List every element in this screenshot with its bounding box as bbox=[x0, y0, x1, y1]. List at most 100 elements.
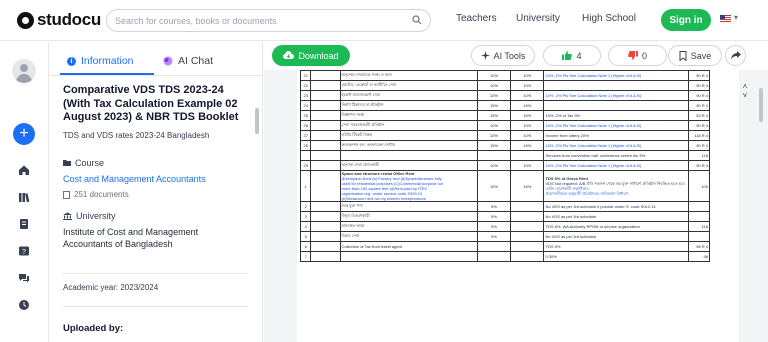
table-cell: 98 R 4 bbox=[688, 241, 710, 252]
thumbs-down-icon bbox=[628, 51, 638, 60]
table-cell bbox=[310, 150, 341, 161]
avatar[interactable] bbox=[12, 59, 36, 83]
course-docs-label: 251 documents bbox=[74, 190, 129, 199]
search-box[interactable] bbox=[106, 9, 431, 32]
course-link[interactable]: Cost and Management Accountants bbox=[63, 173, 243, 185]
table-cell bbox=[476, 251, 512, 262]
row-line: প্রয়োজনীয়তা অনুযায়ী প্রতিষ্ঠানের মালি… bbox=[545, 191, 629, 196]
clock-icon[interactable] bbox=[18, 299, 30, 311]
download-button[interactable]: Download bbox=[272, 45, 350, 66]
table-cell bbox=[476, 241, 512, 252]
sign-in-button[interactable]: Sign in bbox=[661, 9, 711, 31]
table-cell bbox=[688, 231, 710, 242]
table-cell: Collection of Tax from travel agent bbox=[339, 241, 478, 252]
table-cell: Space and structure rental Office Rent (… bbox=[339, 170, 478, 202]
document-page: 21 অনুচ্ছেদ-নামবাচক সংস্থা ও অন্য 10% 10% 10… bbox=[297, 70, 739, 342]
table-row: 25 বিজ্ঞাপন সংস্থা 15% 15% 10%, 2% of Tax 3%… bbox=[299, 110, 710, 121]
table-cell: বিক্রয় সেবা bbox=[339, 231, 478, 242]
save-button[interactable]: Save bbox=[668, 45, 722, 66]
chat-icon[interactable] bbox=[18, 272, 30, 284]
table-cell: 21 bbox=[299, 70, 312, 81]
ai-tools-button[interactable]: AI Tools bbox=[471, 45, 535, 66]
table-cell bbox=[510, 251, 545, 262]
quiz-icon[interactable]: ? bbox=[18, 245, 30, 257]
table-cell: 90 R 4 bbox=[688, 100, 710, 111]
table-cell: 10%, 2% Pls See Calculation Note 1 (High… bbox=[543, 90, 690, 101]
table-cell: 27 bbox=[299, 130, 312, 141]
table-cell: 90 R 4 bbox=[688, 80, 710, 91]
brand-logo[interactable]: studocu bbox=[17, 10, 101, 30]
table-cell: 90 R 4 bbox=[688, 160, 710, 171]
table-cell bbox=[310, 231, 341, 242]
tab-ai-chat[interactable]: AI Chat bbox=[163, 53, 213, 69]
search-input[interactable] bbox=[115, 15, 412, 26]
table-row: 4 যানবাহন ভাড়া 5% TDS 6%, WA Authority RPO… bbox=[299, 221, 710, 232]
table-cell bbox=[310, 120, 341, 131]
table-row: 7 0.30% 98 bbox=[299, 251, 710, 262]
dislike-button[interactable]: 0 bbox=[608, 45, 667, 66]
university-label: University bbox=[76, 211, 116, 221]
top-bar: studocu Teachers University High School … bbox=[0, 0, 768, 41]
add-button[interactable]: + bbox=[13, 123, 35, 145]
table-cell bbox=[339, 150, 478, 161]
chevron-down-icon[interactable]: ˅ bbox=[738, 91, 752, 100]
table-cell: কনভেনশন হল, কনফারেন্স সেন্টার bbox=[339, 140, 478, 151]
library-icon[interactable] bbox=[18, 191, 30, 203]
table-cell: 15% bbox=[510, 170, 545, 202]
like-button[interactable]: 4 bbox=[543, 45, 601, 66]
table-cell: 10% bbox=[476, 80, 512, 91]
ai-chat-icon bbox=[163, 56, 173, 66]
page-navigation[interactable]: ˄ ˅ bbox=[738, 82, 752, 100]
chevron-up-icon[interactable]: ˄ bbox=[738, 82, 752, 91]
folder-icon bbox=[63, 160, 71, 166]
chevron-down-icon[interactable]: ▾ bbox=[734, 13, 738, 22]
search-icon[interactable] bbox=[412, 12, 422, 30]
table-cell: Income from lottery 20% bbox=[543, 130, 690, 141]
share-button[interactable] bbox=[725, 45, 746, 66]
info-panel: i Information AI Chat Comparative VDS TD… bbox=[50, 42, 263, 342]
table-cell bbox=[543, 80, 690, 91]
academic-year: Academic year: 2023/2024 bbox=[63, 283, 159, 292]
nav-high-school[interactable]: High School bbox=[582, 13, 636, 24]
home-icon[interactable] bbox=[18, 164, 30, 176]
notes-icon[interactable] bbox=[18, 218, 30, 230]
table-cell: 10% bbox=[510, 70, 545, 81]
table-cell bbox=[310, 140, 341, 151]
table-cell: অন্যান্য সেবা প্রদানকারী bbox=[339, 160, 478, 171]
tab-information[interactable]: i Information bbox=[67, 53, 134, 69]
ai-tools-label: AI Tools bbox=[493, 50, 526, 61]
university-icon bbox=[63, 212, 72, 220]
university-link[interactable]: Institute of Cost and Management Account… bbox=[63, 226, 243, 250]
dislike-count: 0 bbox=[641, 50, 647, 61]
panel-scrollbar[interactable] bbox=[255, 108, 259, 134]
table-row: 27 লটারি টিকেট বিক্রয় 10% 10% Income from l… bbox=[299, 130, 710, 141]
table-cell: 10% bbox=[476, 70, 512, 81]
table-row: 26 সেবা সরবরাহকারী প্রতিষ্ঠান 10% 10% 10%, 2… bbox=[299, 120, 710, 131]
bookmark-icon bbox=[679, 50, 687, 61]
table-row: 22 হোটেল, রেস্তোরাঁ বা ক্যাটারিং সেবা 10% 1… bbox=[299, 80, 710, 91]
table-cell: 10%, 2% Pls See Calculation Note 1 (High… bbox=[543, 120, 690, 131]
table-cell bbox=[339, 251, 478, 262]
table-cell bbox=[510, 201, 545, 212]
table-cell: 1 bbox=[299, 170, 312, 202]
table-cell: 5% bbox=[476, 221, 512, 232]
table-row: 6 Collection of Tax from travel agent TDS … bbox=[299, 241, 710, 252]
table-cell: 29 bbox=[299, 160, 312, 171]
table-cell bbox=[310, 90, 341, 101]
table-cell bbox=[510, 231, 545, 242]
table-cell: ইভেন্ট ম্যানেজমেন্ট সেবা bbox=[339, 90, 478, 101]
table-cell: 15% bbox=[510, 100, 545, 111]
section-divider-2 bbox=[63, 306, 248, 307]
nav-teachers[interactable]: Teachers bbox=[456, 13, 497, 24]
table-row: Services from convention hall, conferenc… bbox=[299, 150, 710, 161]
table-cell: 10%, 2% Pls See Calculation Note 1 (High… bbox=[543, 160, 690, 171]
table-cell: 90 R 4 bbox=[688, 70, 710, 81]
table-cell bbox=[310, 70, 341, 81]
document-subtitle: TDS and VDS rates 2023-24 Bangladesh bbox=[63, 131, 210, 140]
document-viewer: Download AI Tools 4 0 Save ˄ ˅ 21 অনুচ্ছে… bbox=[264, 42, 768, 342]
nav-university[interactable]: University bbox=[516, 13, 560, 24]
us-flag-icon[interactable] bbox=[720, 15, 731, 23]
left-rail: + ? bbox=[0, 42, 49, 342]
table-cell: 10% bbox=[476, 120, 512, 131]
viewer-scrollbar[interactable] bbox=[759, 88, 763, 122]
